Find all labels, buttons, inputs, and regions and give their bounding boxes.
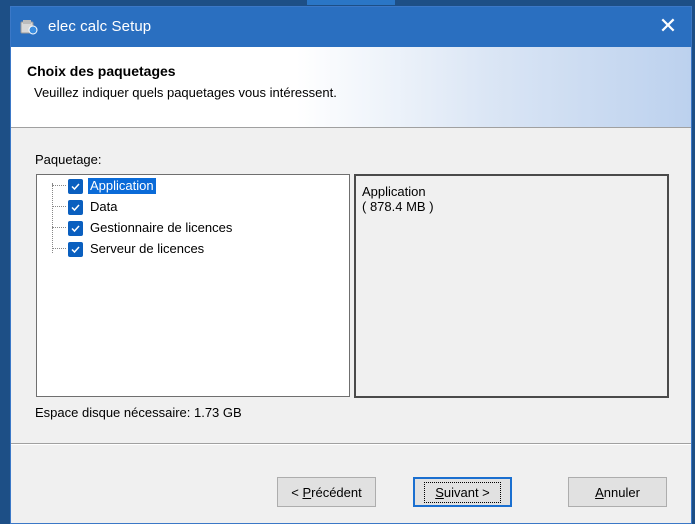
checkbox-checked-icon[interactable] — [68, 178, 83, 194]
package-info-size: ( 878.4 MB ) — [362, 199, 434, 214]
installer-icon — [20, 20, 38, 35]
tree-connector — [52, 185, 66, 186]
back-button-label: < Précédent — [291, 484, 362, 500]
tree-connector — [52, 206, 66, 207]
tree-connector — [52, 183, 53, 253]
tree-item-label: Application — [88, 178, 156, 194]
tree-item-label: Data — [90, 199, 118, 214]
separator — [11, 443, 691, 445]
tree-item-license-manager[interactable]: Gestionnaire de licences — [68, 218, 234, 238]
window-title: elec calc Setup — [48, 18, 152, 35]
desktop-background — [307, 0, 395, 5]
close-icon: ✕ — [658, 13, 678, 38]
back-button[interactable]: < Précédent — [277, 477, 376, 507]
header-banner: Choix des paquetages Veuillez indiquer q… — [11, 47, 691, 128]
next-button-label: Suivant > — [424, 481, 501, 503]
package-info-name: Application — [362, 184, 426, 199]
tree-item-license-server[interactable]: Serveur de licences — [68, 239, 206, 259]
tree-item-application[interactable]: Application — [68, 176, 156, 196]
page-title: Choix des paquetages — [27, 63, 176, 79]
packages-label: Paquetage: — [35, 152, 102, 167]
close-button[interactable]: ✕ — [645, 7, 691, 47]
next-button[interactable]: Suivant > — [413, 477, 512, 507]
checkbox-checked-icon[interactable] — [68, 220, 83, 236]
tree-item-label: Gestionnaire de licences — [90, 220, 233, 235]
setup-window: elec calc Setup ✕ Choix des paquetages V… — [10, 6, 692, 524]
disk-space-required: Espace disque nécessaire: 1.73 GB — [35, 405, 242, 420]
checkbox-checked-icon[interactable] — [68, 241, 83, 257]
page-subtitle: Veuillez indiquer quels paquetages vous … — [34, 85, 337, 100]
checkbox-checked-icon[interactable] — [68, 199, 83, 215]
title-bar[interactable]: elec calc Setup ✕ — [11, 7, 691, 47]
package-info-panel: Application ( 878.4 MB ) — [354, 174, 669, 398]
cancel-button-label: Annuler — [595, 484, 640, 500]
tree-connector — [52, 227, 66, 228]
tree-item-label: Serveur de licences — [90, 241, 205, 256]
package-tree[interactable]: Application Data Gestionnaire de licence… — [36, 174, 350, 397]
tree-connector — [52, 248, 66, 249]
tree-item-data[interactable]: Data — [68, 197, 119, 217]
cancel-button[interactable]: Annuler — [568, 477, 667, 507]
